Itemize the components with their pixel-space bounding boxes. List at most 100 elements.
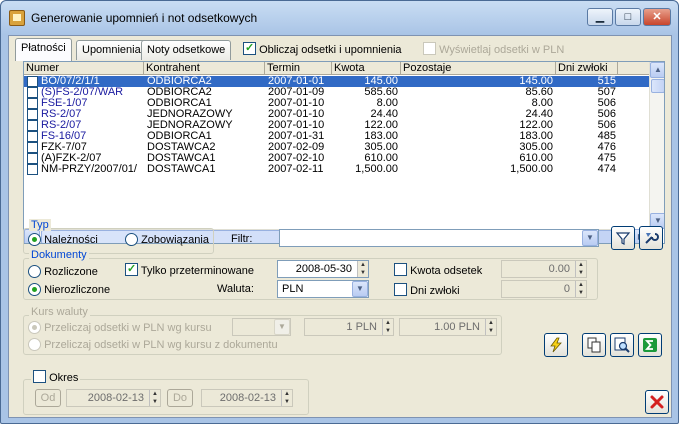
show-pln-checkbox[interactable]	[423, 42, 436, 55]
column-header-termin[interactable]: Termin	[265, 62, 332, 75]
dni-zwloki-input[interactable]: 0 ▲ ▼	[501, 280, 587, 298]
print-preview-button[interactable]	[582, 333, 606, 357]
table-row[interactable]: NM-PRZY/2007/01/DOSTAWCA1 2007-02-11 1,500…	[24, 164, 649, 175]
nierozliczone-option[interactable]: Nierozliczone	[28, 283, 110, 296]
table-row[interactable]: RS-2/07 JEDNORAZOWY 2007-01-10 122.00 122.00…	[24, 120, 649, 131]
cell-kontrahent: ODBIORCA2	[147, 76, 212, 87]
okres-checkbox[interactable]	[33, 370, 46, 383]
cell-dni: 506	[597, 120, 616, 131]
vertical-scrollbar[interactable]: ▲ ▼	[649, 62, 664, 229]
dni-zwloki-checkbox[interactable]	[394, 283, 407, 296]
cell-numer: (S)FS-2/07/WAR	[41, 87, 124, 98]
cell-numer: FS-16/07	[41, 131, 87, 142]
do-spinner-icon[interactable]: ▲ ▼	[281, 390, 292, 406]
kurs-option-2[interactable]: Przeliczaj odsetki w PLN wg kursu z doku…	[28, 338, 278, 351]
generate-button[interactable]	[544, 333, 568, 357]
filter-input[interactable]: ▼	[279, 229, 599, 247]
kurs-option-2-radio[interactable]	[28, 338, 41, 351]
payments-grid[interactable]: Numer Kontrahent Termin Kwota Pozostaje …	[23, 61, 665, 244]
table-row[interactable]: FSE-1/07 ODBIORCA1 2007-01-10 8.00 8.00 506	[24, 98, 649, 109]
column-header-kontrahent[interactable]: Kontrahent	[144, 62, 265, 75]
dni-spinner-icon[interactable]: ▲ ▼	[575, 281, 586, 297]
cell-kwota: 24.40	[370, 109, 398, 120]
zobowiazania-option[interactable]: Zobowiązania	[125, 233, 209, 246]
okres-option[interactable]: Okres	[31, 370, 81, 384]
column-header-pozostaje[interactable]: Pozostaje	[401, 62, 556, 75]
kurs-rate-1-input[interactable]: 1 PLN ▲ ▼	[304, 318, 394, 336]
table-row[interactable]: FZK-7/07 DOSTAWCA2 2007-02-09 305.00 305.00 4…	[24, 142, 649, 153]
calc-interest-option[interactable]: Obliczaj odsetki i upomnienia	[243, 41, 402, 56]
dni-zwloki-option[interactable]: Dni zwłoki	[394, 283, 460, 297]
show-pln-option[interactable]: Wyświetlaj odsetki w PLN	[423, 42, 564, 56]
kurs-type-select[interactable]: ▼	[232, 318, 291, 336]
row-checkbox[interactable]	[27, 120, 38, 131]
kurs-dropdown-icon[interactable]: ▼	[274, 319, 290, 335]
filter-funnel-button[interactable]	[611, 226, 635, 250]
row-checkbox[interactable]	[27, 142, 38, 153]
termin-date-input[interactable]: 2008-05-30 ▲ ▼	[277, 260, 369, 278]
cell-kontrahent: JEDNORAZOWY	[147, 109, 233, 120]
waluta-select[interactable]: PLN ▼	[277, 280, 369, 298]
row-checkbox[interactable]	[27, 98, 38, 109]
tab-noty-odsetkowe[interactable]: Noty odsetkowe	[141, 40, 232, 60]
table-row[interactable]: FS-16/07 ODBIORCA1 2007-01-31 183.00 183.00 4…	[24, 131, 649, 142]
dokumenty-group-title: Dokumenty	[29, 249, 89, 261]
rate-1-spinner-icon[interactable]: ▲ ▼	[382, 319, 393, 335]
nierozliczone-radio[interactable]	[28, 283, 41, 296]
rozliczone-radio[interactable]	[28, 265, 41, 278]
wrench-icon	[645, 233, 659, 244]
naleznosci-radio[interactable]	[28, 233, 41, 246]
kurs-option-1[interactable]: Przeliczaj odsetki w PLN wg kursu	[28, 321, 212, 334]
do-button[interactable]: Do	[167, 389, 193, 407]
filter-settings-button[interactable]	[639, 226, 663, 250]
date-spinner-icon[interactable]: ▲ ▼	[357, 261, 368, 277]
calc-interest-checkbox[interactable]	[243, 41, 256, 55]
od-spinner-icon[interactable]: ▲ ▼	[149, 390, 160, 406]
kwota-odsetek-label: Kwota odsetek	[410, 265, 483, 277]
rate-2-spinner-icon[interactable]: ▲ ▼	[485, 319, 496, 335]
zobowiazania-radio[interactable]	[125, 233, 138, 246]
waluta-dropdown-icon[interactable]: ▼	[352, 281, 368, 297]
minimize-button[interactable]: ▁	[587, 8, 613, 26]
row-checkbox[interactable]	[27, 131, 38, 142]
table-row[interactable]: (S)FS-2/07/WAR ODBIORCA2 2007-01-09 585.60 8…	[24, 87, 649, 98]
cell-numer: FSE-1/07	[41, 98, 88, 109]
close-dialog-button[interactable]	[645, 390, 669, 414]
title-bar[interactable]: Generowanie upomnień i not odsetkowych ▁…	[1, 1, 678, 35]
kurs-rate-2-input[interactable]: 1.00 PLN ▲ ▼	[399, 318, 497, 336]
vertical-scroll-thumb[interactable]	[651, 79, 664, 93]
scroll-up-icon[interactable]: ▲	[650, 62, 664, 78]
kwota-odsetek-checkbox[interactable]	[394, 263, 407, 276]
kurs-option-1-radio[interactable]	[28, 321, 41, 334]
table-row[interactable]: RS-2/07 JEDNORAZOWY 2007-01-10 24.40 24.40 50…	[24, 109, 649, 120]
table-row[interactable]: BO/07/2/1/1 ODBIORCA2 2007-01-01 145.00 145.…	[24, 76, 649, 87]
cell-pozostaje: 24.40	[525, 109, 553, 120]
tab-platnosci[interactable]: Płatności	[15, 38, 72, 61]
sum-button[interactable]	[638, 333, 662, 357]
column-header-kwota[interactable]: Kwota	[332, 62, 401, 75]
row-checkbox[interactable]	[27, 153, 38, 164]
filter-dropdown-icon[interactable]: ▼	[582, 230, 598, 246]
tab-upomnienia[interactable]: Upomnienia	[76, 40, 147, 60]
od-date-input[interactable]: 2008-02-13 ▲ ▼	[66, 389, 161, 407]
od-button[interactable]: Od	[35, 389, 61, 407]
tylko-przeterminowane-checkbox[interactable]	[125, 262, 138, 276]
column-header-dni-zwloki[interactable]: Dni zwłoki	[556, 62, 618, 75]
row-checkbox[interactable]	[27, 76, 38, 87]
naleznosci-option[interactable]: Należności	[28, 233, 98, 246]
maximize-button[interactable]: □	[615, 8, 641, 26]
kwota-spinner-icon[interactable]: ▲ ▼	[575, 261, 586, 277]
kwota-odsetek-option[interactable]: Kwota odsetek	[394, 263, 482, 277]
rozliczone-option[interactable]: Rozliczone	[28, 265, 98, 278]
cell-kontrahent: ODBIORCA2	[147, 87, 212, 98]
kwota-odsetek-input[interactable]: 0.00 ▲ ▼	[501, 260, 587, 278]
close-window-button[interactable]: ✕	[643, 8, 671, 26]
column-header-numer[interactable]: Numer	[24, 62, 144, 75]
table-row[interactable]: (A)FZK-2/07 DOSTAWCA1 2007-02-10 610.00 610.…	[24, 153, 649, 164]
preview-button[interactable]	[610, 333, 634, 357]
do-date-input[interactable]: 2008-02-13 ▲ ▼	[201, 389, 293, 407]
row-checkbox[interactable]	[27, 87, 38, 98]
row-checkbox[interactable]	[27, 164, 38, 175]
tylko-przeterminowane-option[interactable]: Tylko przeterminowane	[125, 262, 254, 277]
row-checkbox[interactable]	[27, 109, 38, 120]
